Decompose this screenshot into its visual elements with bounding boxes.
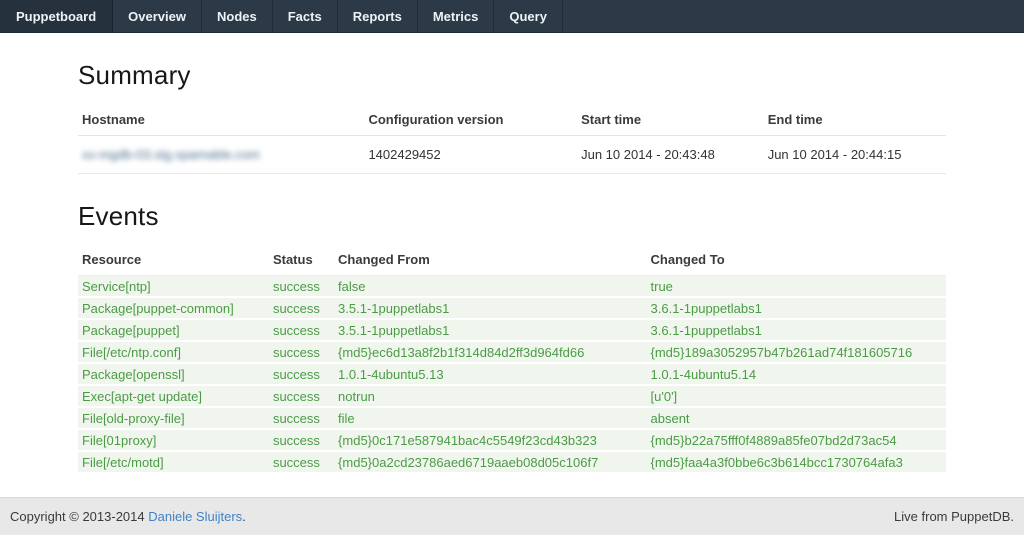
event-changed-to: {md5}faa4a3f0bbe6c3b614bcc1730764afa3 [647,451,946,473]
event-changed-to: {md5}b22a75fff0f4889a85fe07bd2d73ac54 [647,429,946,451]
events-col-resource: Resource [78,244,269,276]
event-changed-from: 3.5.1-1puppetlabs1 [334,297,646,319]
events-table: Resource Status Changed From Changed To … [78,244,946,474]
end-time-cell: Jun 10 2014 - 20:44:15 [764,136,946,174]
nav-item-facts[interactable]: Facts [273,0,338,32]
event-changed-to: {md5}189a3052957b47b261ad74f181605716 [647,341,946,363]
event-row: Package[puppet] success 3.5.1-1puppetlab… [78,319,946,341]
event-changed-from: {md5}ec6d13a8f2b1f314d84d2ff3d964fd66 [334,341,646,363]
event-row: File[/etc/motd] success {md5}0a2cd23786a… [78,451,946,473]
nav-item-query[interactable]: Query [494,0,563,32]
author-link[interactable]: Daniele Sluijters [148,509,242,524]
event-changed-to: 1.0.1-4ubuntu5.14 [647,363,946,385]
summary-col-config-version: Configuration version [364,103,577,136]
live-status-text: Live from PuppetDB. [894,509,1014,524]
summary-heading: Summary [78,60,946,91]
event-status: success [269,319,334,341]
event-resource: Service[ntp] [78,276,269,298]
event-row: Package[openssl] success 1.0.1-4ubuntu5.… [78,363,946,385]
event-status: success [269,407,334,429]
page-footer: Copyright © 2013-2014 Daniele Sluijters.… [0,497,1024,535]
events-header-row: Resource Status Changed From Changed To [78,244,946,276]
nav-item-metrics[interactable]: Metrics [418,0,495,32]
event-resource: File[/etc/motd] [78,451,269,473]
event-changed-from: 3.5.1-1puppetlabs1 [334,319,646,341]
event-status: success [269,385,334,407]
events-col-changed-from: Changed From [334,244,646,276]
events-col-changed-to: Changed To [647,244,946,276]
summary-table: Hostname Configuration version Start tim… [78,103,946,174]
event-row: Service[ntp] success false true [78,276,946,298]
event-row: File[old-proxy-file] success file absent [78,407,946,429]
event-resource: Exec[apt-get update] [78,385,269,407]
summary-header-row: Hostname Configuration version Start tim… [78,103,946,136]
event-resource: File[01proxy] [78,429,269,451]
config-version-cell: 1402429452 [364,136,577,174]
event-changed-from: {md5}0a2cd23786aed6719aaeb08d05c106f7 [334,451,646,473]
copyright-suffix: . [242,509,246,524]
event-changed-to: true [647,276,946,298]
event-resource: Package[openssl] [78,363,269,385]
event-status: success [269,341,334,363]
main-content: Summary Hostname Configuration version S… [0,33,1024,497]
event-changed-from: {md5}0c171e587941bac4c5549f23cd43b323 [334,429,646,451]
summary-col-hostname: Hostname [78,103,364,136]
event-changed-to: 3.6.1-1puppetlabs1 [647,319,946,341]
event-row: Exec[apt-get update] success notrun [u'0… [78,385,946,407]
summary-col-end-time: End time [764,103,946,136]
event-row: Package[puppet-common] success 3.5.1-1pu… [78,297,946,319]
start-time-cell: Jun 10 2014 - 20:43:48 [577,136,764,174]
event-status: success [269,297,334,319]
event-resource: Package[puppet-common] [78,297,269,319]
event-resource: File[/etc/ntp.conf] [78,341,269,363]
event-changed-to: 3.6.1-1puppetlabs1 [647,297,946,319]
nav-item-overview[interactable]: Overview [113,0,202,32]
event-changed-from: notrun [334,385,646,407]
event-row: File[/etc/ntp.conf] success {md5}ec6d13a… [78,341,946,363]
event-changed-from: 1.0.1-4ubuntu5.13 [334,363,646,385]
event-status: success [269,429,334,451]
copyright-prefix: Copyright © 2013-2014 [10,509,148,524]
event-resource: File[old-proxy-file] [78,407,269,429]
event-resource: Package[puppet] [78,319,269,341]
events-heading: Events [78,201,946,232]
event-row: File[01proxy] success {md5}0c171e587941b… [78,429,946,451]
top-navbar: Puppetboard Overview Nodes Facts Reports… [0,0,1024,33]
events-col-status: Status [269,244,334,276]
nav-item-nodes[interactable]: Nodes [202,0,273,32]
event-status: success [269,276,334,298]
event-status: success [269,363,334,385]
copyright-text: Copyright © 2013-2014 Daniele Sluijters. [10,509,246,524]
event-changed-from: file [334,407,646,429]
summary-data-row: xx-mgdb-03.stg.spamable.com 1402429452 J… [78,136,946,174]
summary-col-start-time: Start time [577,103,764,136]
hostname-cell: xx-mgdb-03.stg.spamable.com [78,136,364,174]
event-changed-to: absent [647,407,946,429]
event-changed-from: false [334,276,646,298]
hostname-link[interactable]: xx-mgdb-03.stg.spamable.com [82,147,260,162]
navbar-brand-puppetboard[interactable]: Puppetboard [0,0,113,32]
nav-item-reports[interactable]: Reports [338,0,418,32]
event-changed-to: [u'0'] [647,385,946,407]
event-status: success [269,451,334,473]
